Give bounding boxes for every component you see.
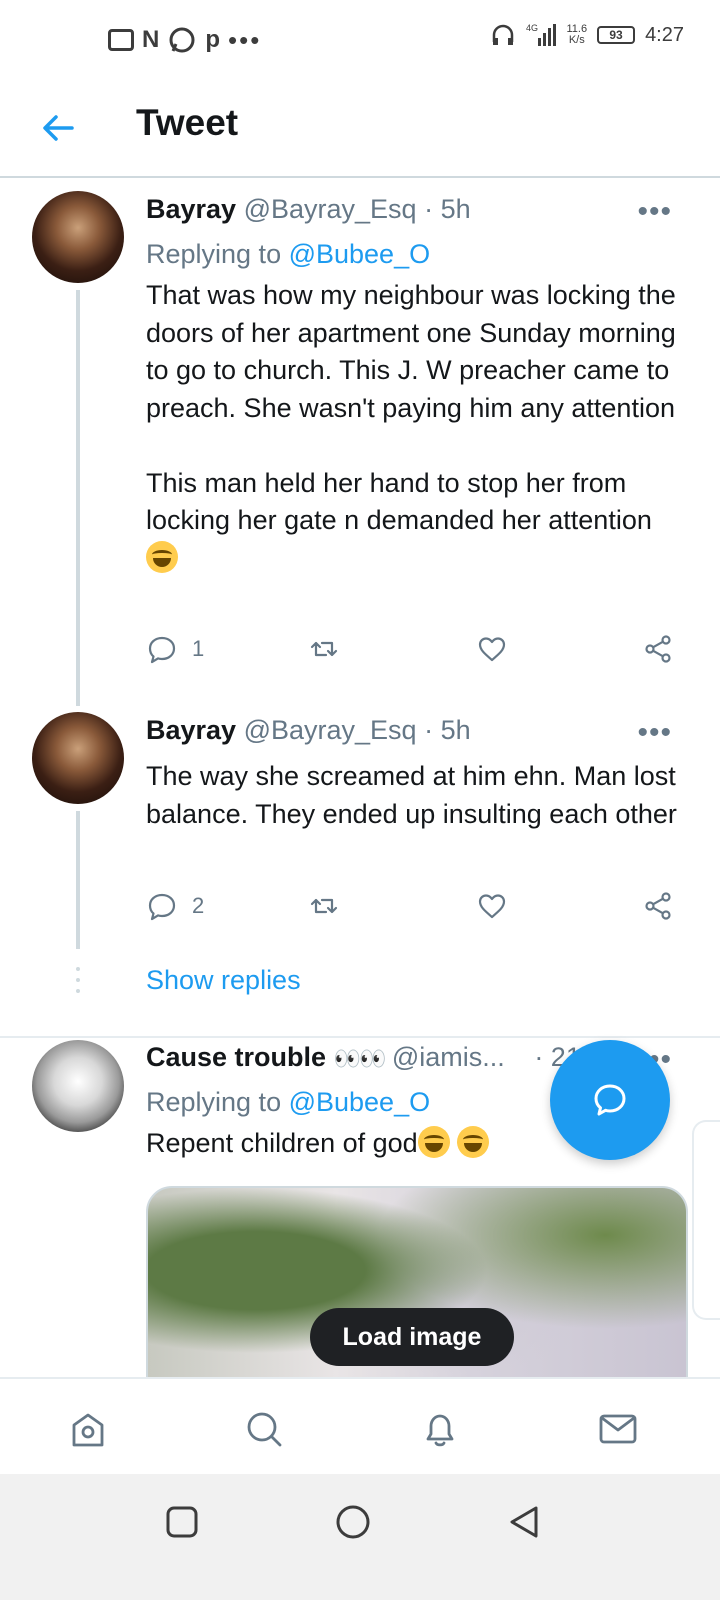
top-app-bar: Tweet [0,80,720,178]
show-replies-link[interactable]: Show replies [146,965,301,996]
share-icon [645,892,671,920]
tears-of-joy-emoji-icon [417,1126,450,1158]
reply-button[interactable]: 1 [146,633,204,665]
author-handle[interactable]: @Bayray_Esq [244,194,417,224]
mail-icon [599,1414,637,1444]
author-handle[interactable]: @Bayray_Esq [244,715,417,745]
battery-indicator: 93 [597,26,636,44]
tweet-header: Bayray @Bayray_Esq · 5h [146,192,471,226]
eyes-emoji-icon: 👀👀 [333,1046,387,1071]
network-speed-unit: K/s [568,34,585,46]
notification-p-icon: p [205,26,221,53]
chat-bubble-icon [594,1084,626,1116]
compose-reply-button[interactable] [550,1040,670,1160]
tweet-text: The way she screamed at him ehn. Man los… [146,761,684,829]
tweet-text-body: Repent children of god [146,1128,418,1158]
search-icon [247,1412,282,1447]
nav-home[interactable] [66,1407,110,1451]
share-icon [645,635,671,663]
blurred-media-preview[interactable]: Load image [146,1186,688,1405]
status-bar: N p ••• 4G 11.6 K/s 93 4:27 [0,0,720,80]
tweet-text: That was how my neighbour was locking th… [146,277,686,577]
tweet-header: Cause trouble 👀👀 @iamis... · 21h [146,1040,596,1076]
back-triangle-icon [510,1506,538,1538]
tweet-header: Bayray @Bayray_Esq · 5h [146,713,471,747]
bottom-navigation [0,1377,720,1473]
nav-notifications[interactable] [418,1407,462,1451]
divider [0,1036,720,1038]
author-name[interactable]: Bayray [146,194,236,224]
tweet-time: · 5h [424,715,471,745]
nav-search[interactable] [242,1407,286,1451]
more-options-icon[interactable]: ••• [637,718,672,748]
bell-icon [426,1414,454,1447]
nav-messages[interactable] [596,1407,640,1451]
status-indicators: 4G 11.6 K/s 93 4:27 [490,22,684,48]
thread-line [76,290,80,706]
tears-of-joy-emoji-icon [457,1126,490,1158]
retweet-icon [310,641,338,657]
replying-to: Replying to @Bubee_O [146,237,430,271]
share-button[interactable] [642,890,674,922]
like-button[interactable] [476,890,508,922]
home-circle-icon [336,1505,370,1539]
recents-square-icon [166,1506,198,1538]
share-button[interactable] [642,633,674,665]
notification-app-icon [108,29,134,51]
replying-to: Replying to @Bubee_O [146,1085,430,1119]
reply-count: 1 [192,636,205,661]
retweet-icon [310,898,338,914]
author-handle[interactable]: @iamis... [392,1042,505,1072]
status-notifications: N p ••• [108,24,261,56]
reply-icon [148,893,176,921]
tweet-actions: 1 [146,633,686,673]
avatar[interactable] [32,1040,124,1132]
author-name[interactable]: Cause trouble [146,1042,326,1072]
whatsapp-icon [169,27,195,53]
replying-to-link[interactable]: @Bubee_O [289,239,431,269]
reply-count: 2 [192,893,205,918]
home-icon [72,1413,104,1447]
headphones-icon [493,24,514,45]
tweet-actions: 2 [146,890,686,930]
tweet-thread[interactable]: Bayray @Bayray_Esq · 5h ••• Replying to … [0,180,720,1405]
more-notifications-icon: ••• [228,24,262,55]
like-button[interactable] [476,633,508,665]
reply-icon [148,636,176,664]
author-name[interactable]: Bayray [146,715,236,745]
heart-icon [478,637,506,662]
recents-button[interactable] [164,1504,200,1540]
status-time: 4:27 [645,23,684,46]
svg-text:4G: 4G [526,23,538,33]
notification-n-icon: N [142,26,160,53]
replying-to-link[interactable]: @Bubee_O [289,1087,431,1117]
thread-dots [76,967,80,1000]
retweet-button[interactable] [308,633,340,665]
home-system-button[interactable] [335,1504,371,1540]
avatar[interactable] [32,712,124,804]
reply-button[interactable]: 2 [146,890,204,922]
back-button[interactable] [38,108,78,148]
avatar[interactable] [32,191,124,283]
tweet-text-body: That was how my neighbour was locking th… [146,280,676,535]
replying-prefix: Replying to [146,1087,289,1117]
thread-line [76,811,80,949]
load-image-button[interactable]: Load image [310,1308,514,1366]
signal-icon: 4G [526,23,557,46]
retweet-button[interactable] [308,890,340,922]
more-options-icon[interactable]: ••• [637,197,672,227]
tears-of-joy-emoji-icon [146,540,178,573]
system-navigation-bar [0,1474,720,1600]
arrow-left-icon [43,115,74,141]
replying-prefix: Replying to [146,239,289,269]
heart-icon [478,894,506,919]
network-speed: 11.6 K/s [566,24,587,46]
tweet-time: · 5h [424,194,471,224]
side-panel-edge[interactable] [692,1120,720,1320]
back-system-button[interactable] [506,1504,542,1540]
page-title: Tweet [136,102,239,143]
